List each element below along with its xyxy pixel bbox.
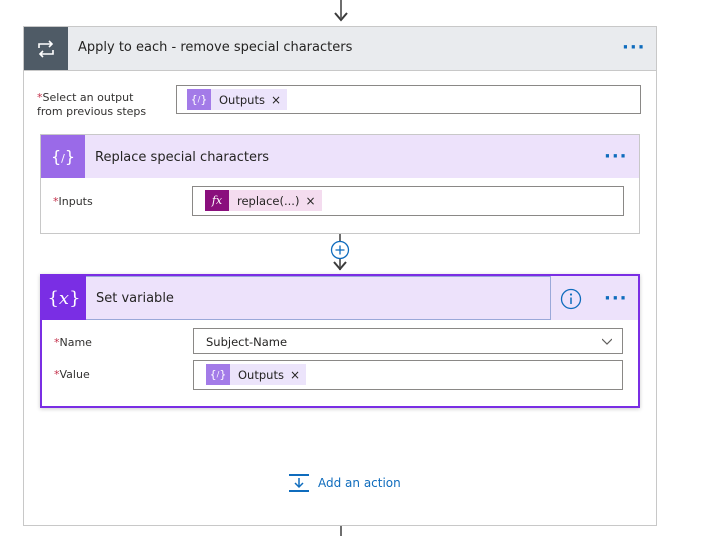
remove-token-icon[interactable]: × (305, 194, 321, 208)
curly-braces-variable-icon: {/} (206, 364, 230, 385)
add-action-label: Add an action (318, 476, 401, 490)
curly-braces-variable-icon: {x} (42, 276, 86, 320)
value-field[interactable]: {/} Outputs × (193, 360, 623, 390)
select-output-label: *Select an output from previous steps (37, 91, 147, 118)
apply-to-each-title: Apply to each - remove special character… (78, 40, 353, 55)
chevron-down-icon (602, 338, 612, 345)
arrow-down-icon (334, 12, 348, 22)
bottom-connector-line (340, 526, 342, 536)
curly-braces-variable-icon: {/} (41, 135, 85, 178)
loop-icon (24, 27, 68, 70)
value-label: *Value (54, 368, 90, 381)
add-action-icon (289, 474, 309, 492)
set-variable-title: Set variable (96, 291, 174, 306)
select-output-field[interactable]: {/} Outputs × (176, 85, 641, 114)
inputs-field[interactable]: fx replace(...) × (192, 186, 624, 216)
set-variable-more-button[interactable]: ··· (604, 288, 628, 309)
name-dropdown-value: Subject-Name (206, 335, 288, 349)
add-action-button[interactable]: Add an action (288, 472, 401, 494)
remove-token-icon[interactable]: × (290, 368, 306, 382)
outputs-token[interactable]: {/} Outputs × (187, 89, 288, 110)
info-icon[interactable] (560, 288, 582, 310)
replace-card-title: Replace special characters (95, 150, 270, 165)
curly-braces-variable-icon: {/} (187, 89, 211, 110)
replace-expression-token[interactable]: fx replace(...) × (205, 190, 322, 211)
outputs-token[interactable]: {/} Outputs × (206, 364, 307, 385)
plus-circle-icon[interactable] (330, 240, 350, 260)
name-label: *Name (54, 336, 92, 349)
inputs-label: *Inputs (53, 195, 93, 208)
fx-icon: fx (205, 190, 229, 211)
replace-card-more-button[interactable]: ··· (604, 146, 628, 167)
arrow-down-icon (333, 261, 347, 271)
remove-token-icon[interactable]: × (271, 93, 287, 107)
apply-to-each-more-button[interactable]: ··· (622, 37, 646, 58)
name-dropdown[interactable]: Subject-Name (193, 328, 623, 354)
